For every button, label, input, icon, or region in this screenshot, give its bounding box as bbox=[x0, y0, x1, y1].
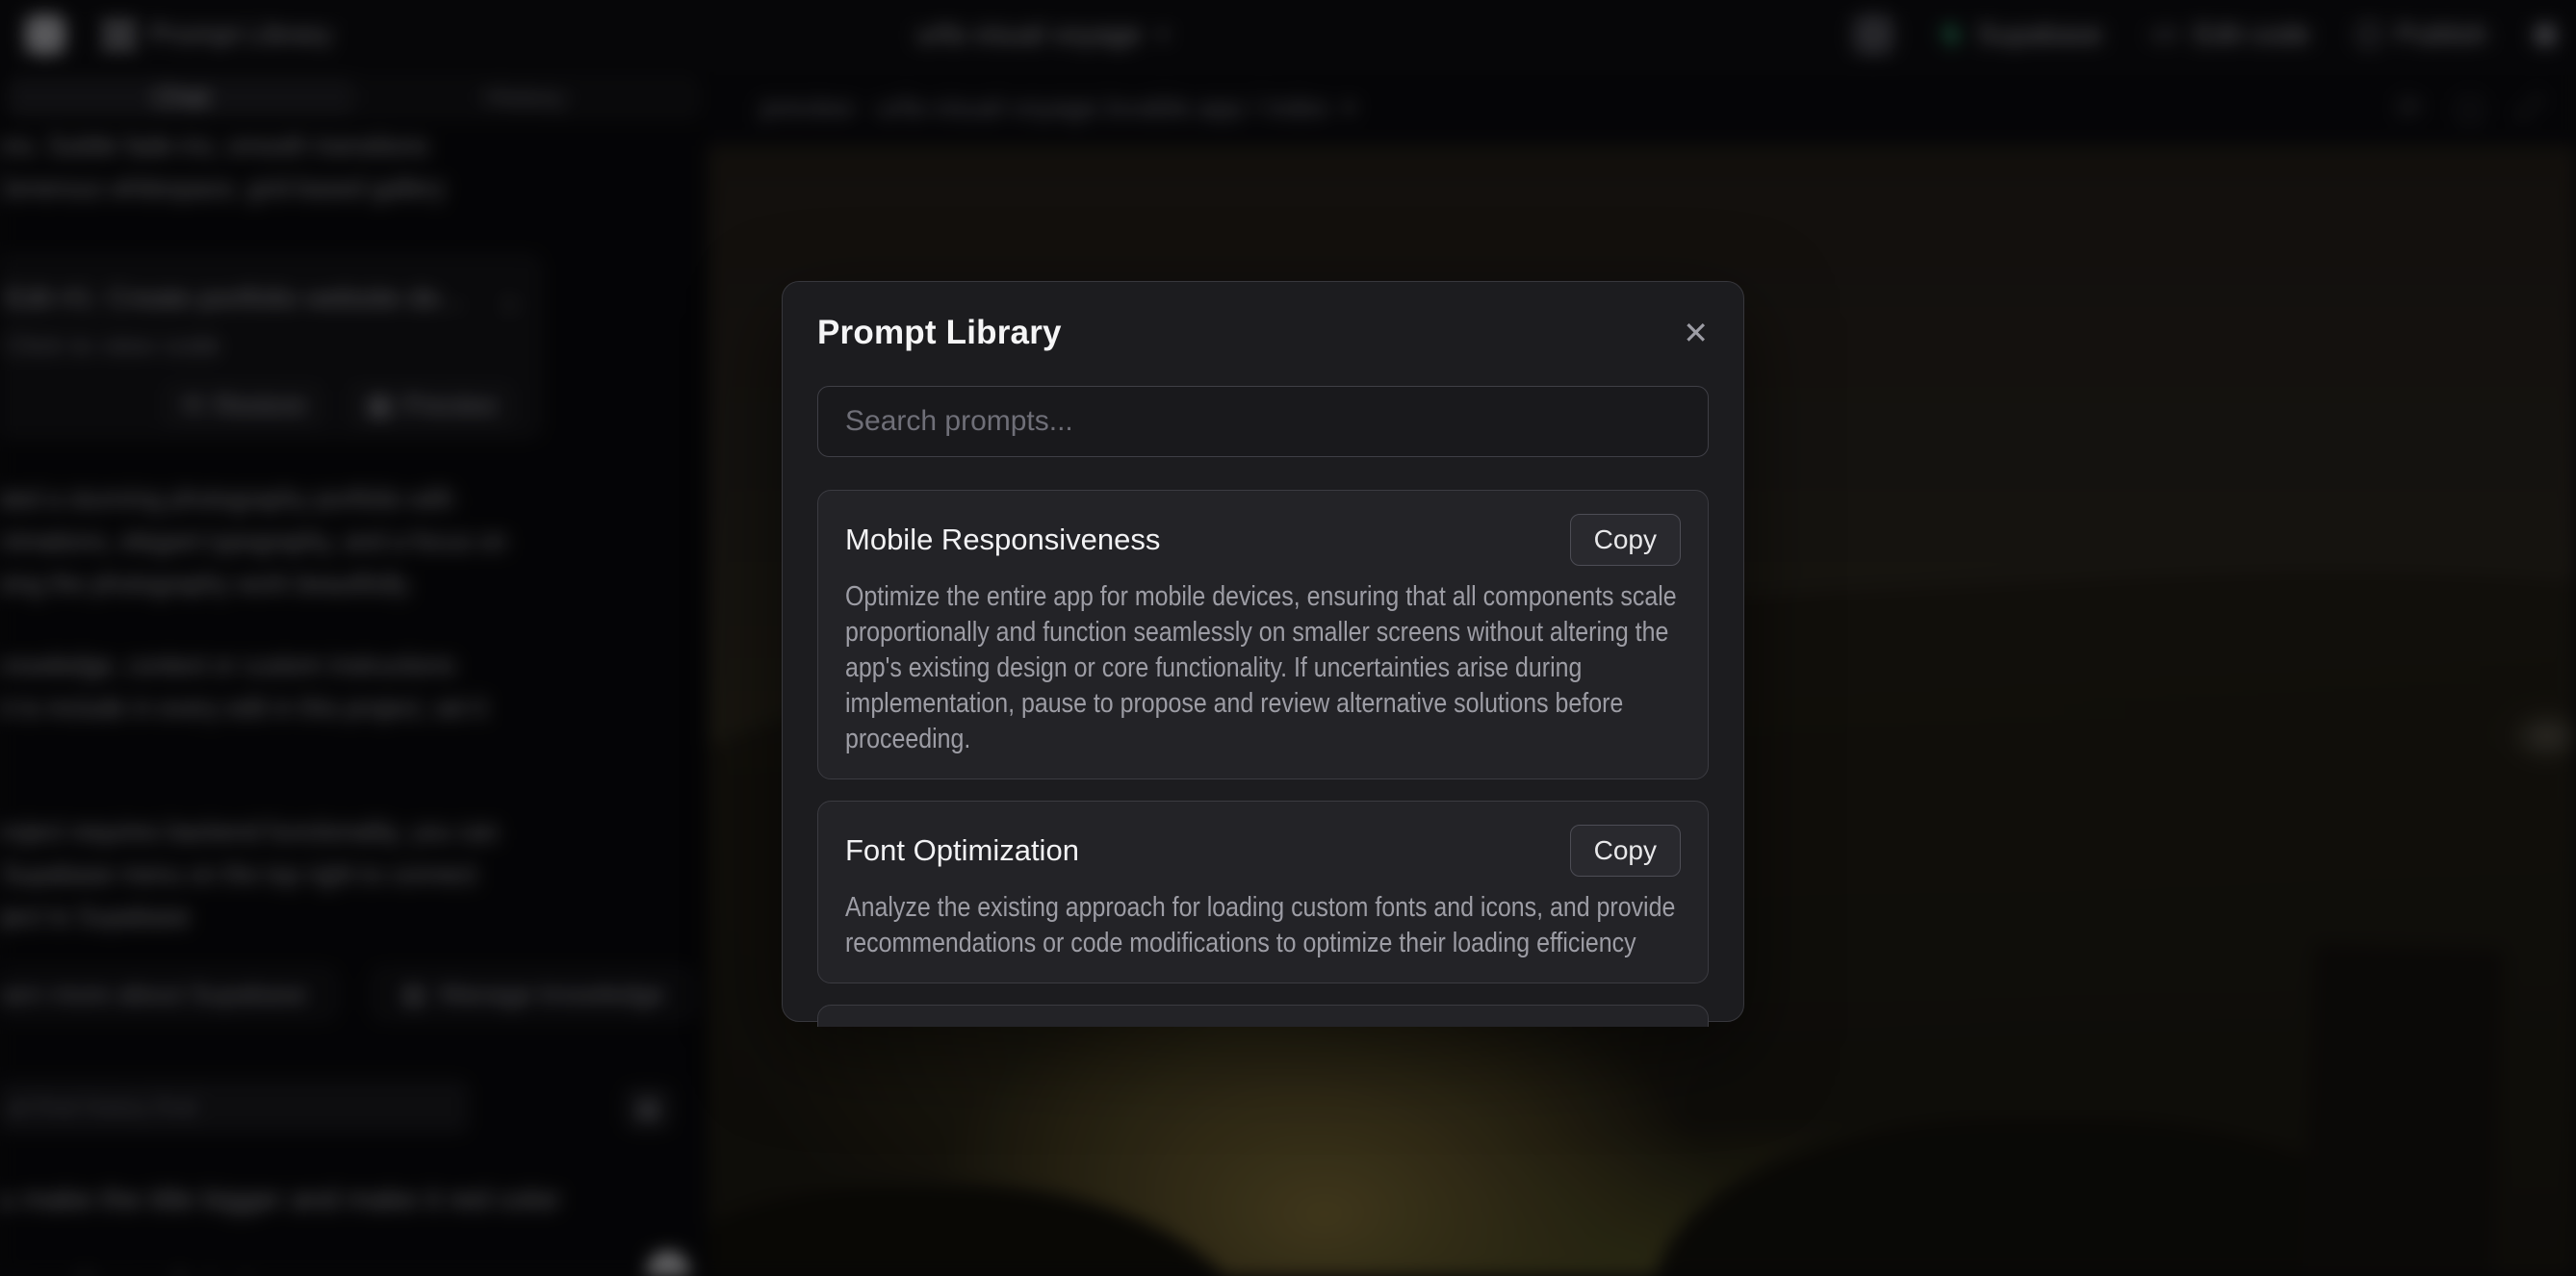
prompt-card-mobile-responsiveness: Mobile Responsiveness Copy Optimize the … bbox=[817, 490, 1709, 779]
modal-title: Prompt Library bbox=[817, 314, 1062, 352]
copy-button[interactable]: Copy bbox=[1570, 514, 1681, 566]
prompt-card-partial bbox=[817, 1005, 1709, 1027]
prompt-list: Mobile Responsiveness Copy Optimize the … bbox=[817, 490, 1709, 1027]
prompt-title: Mobile Responsiveness bbox=[845, 523, 1160, 557]
prompt-library-modal: Prompt Library ✕ Mobile Responsiveness C… bbox=[782, 281, 1744, 1022]
prompt-title: Font Optimization bbox=[845, 833, 1079, 868]
prompt-card-font-optimization: Font Optimization Copy Analyze the exist… bbox=[817, 801, 1709, 983]
copy-button[interactable]: Copy bbox=[1570, 825, 1681, 877]
prompt-body: Analyze the existing approach for loadin… bbox=[845, 890, 1679, 961]
close-icon[interactable]: ✕ bbox=[1683, 318, 1709, 348]
search-input[interactable] bbox=[817, 386, 1709, 457]
screen: Prompt Library urfa visual voyage ▾ Supa… bbox=[0, 0, 2576, 1276]
prompt-body: Optimize the entire app for mobile devic… bbox=[845, 579, 1679, 757]
